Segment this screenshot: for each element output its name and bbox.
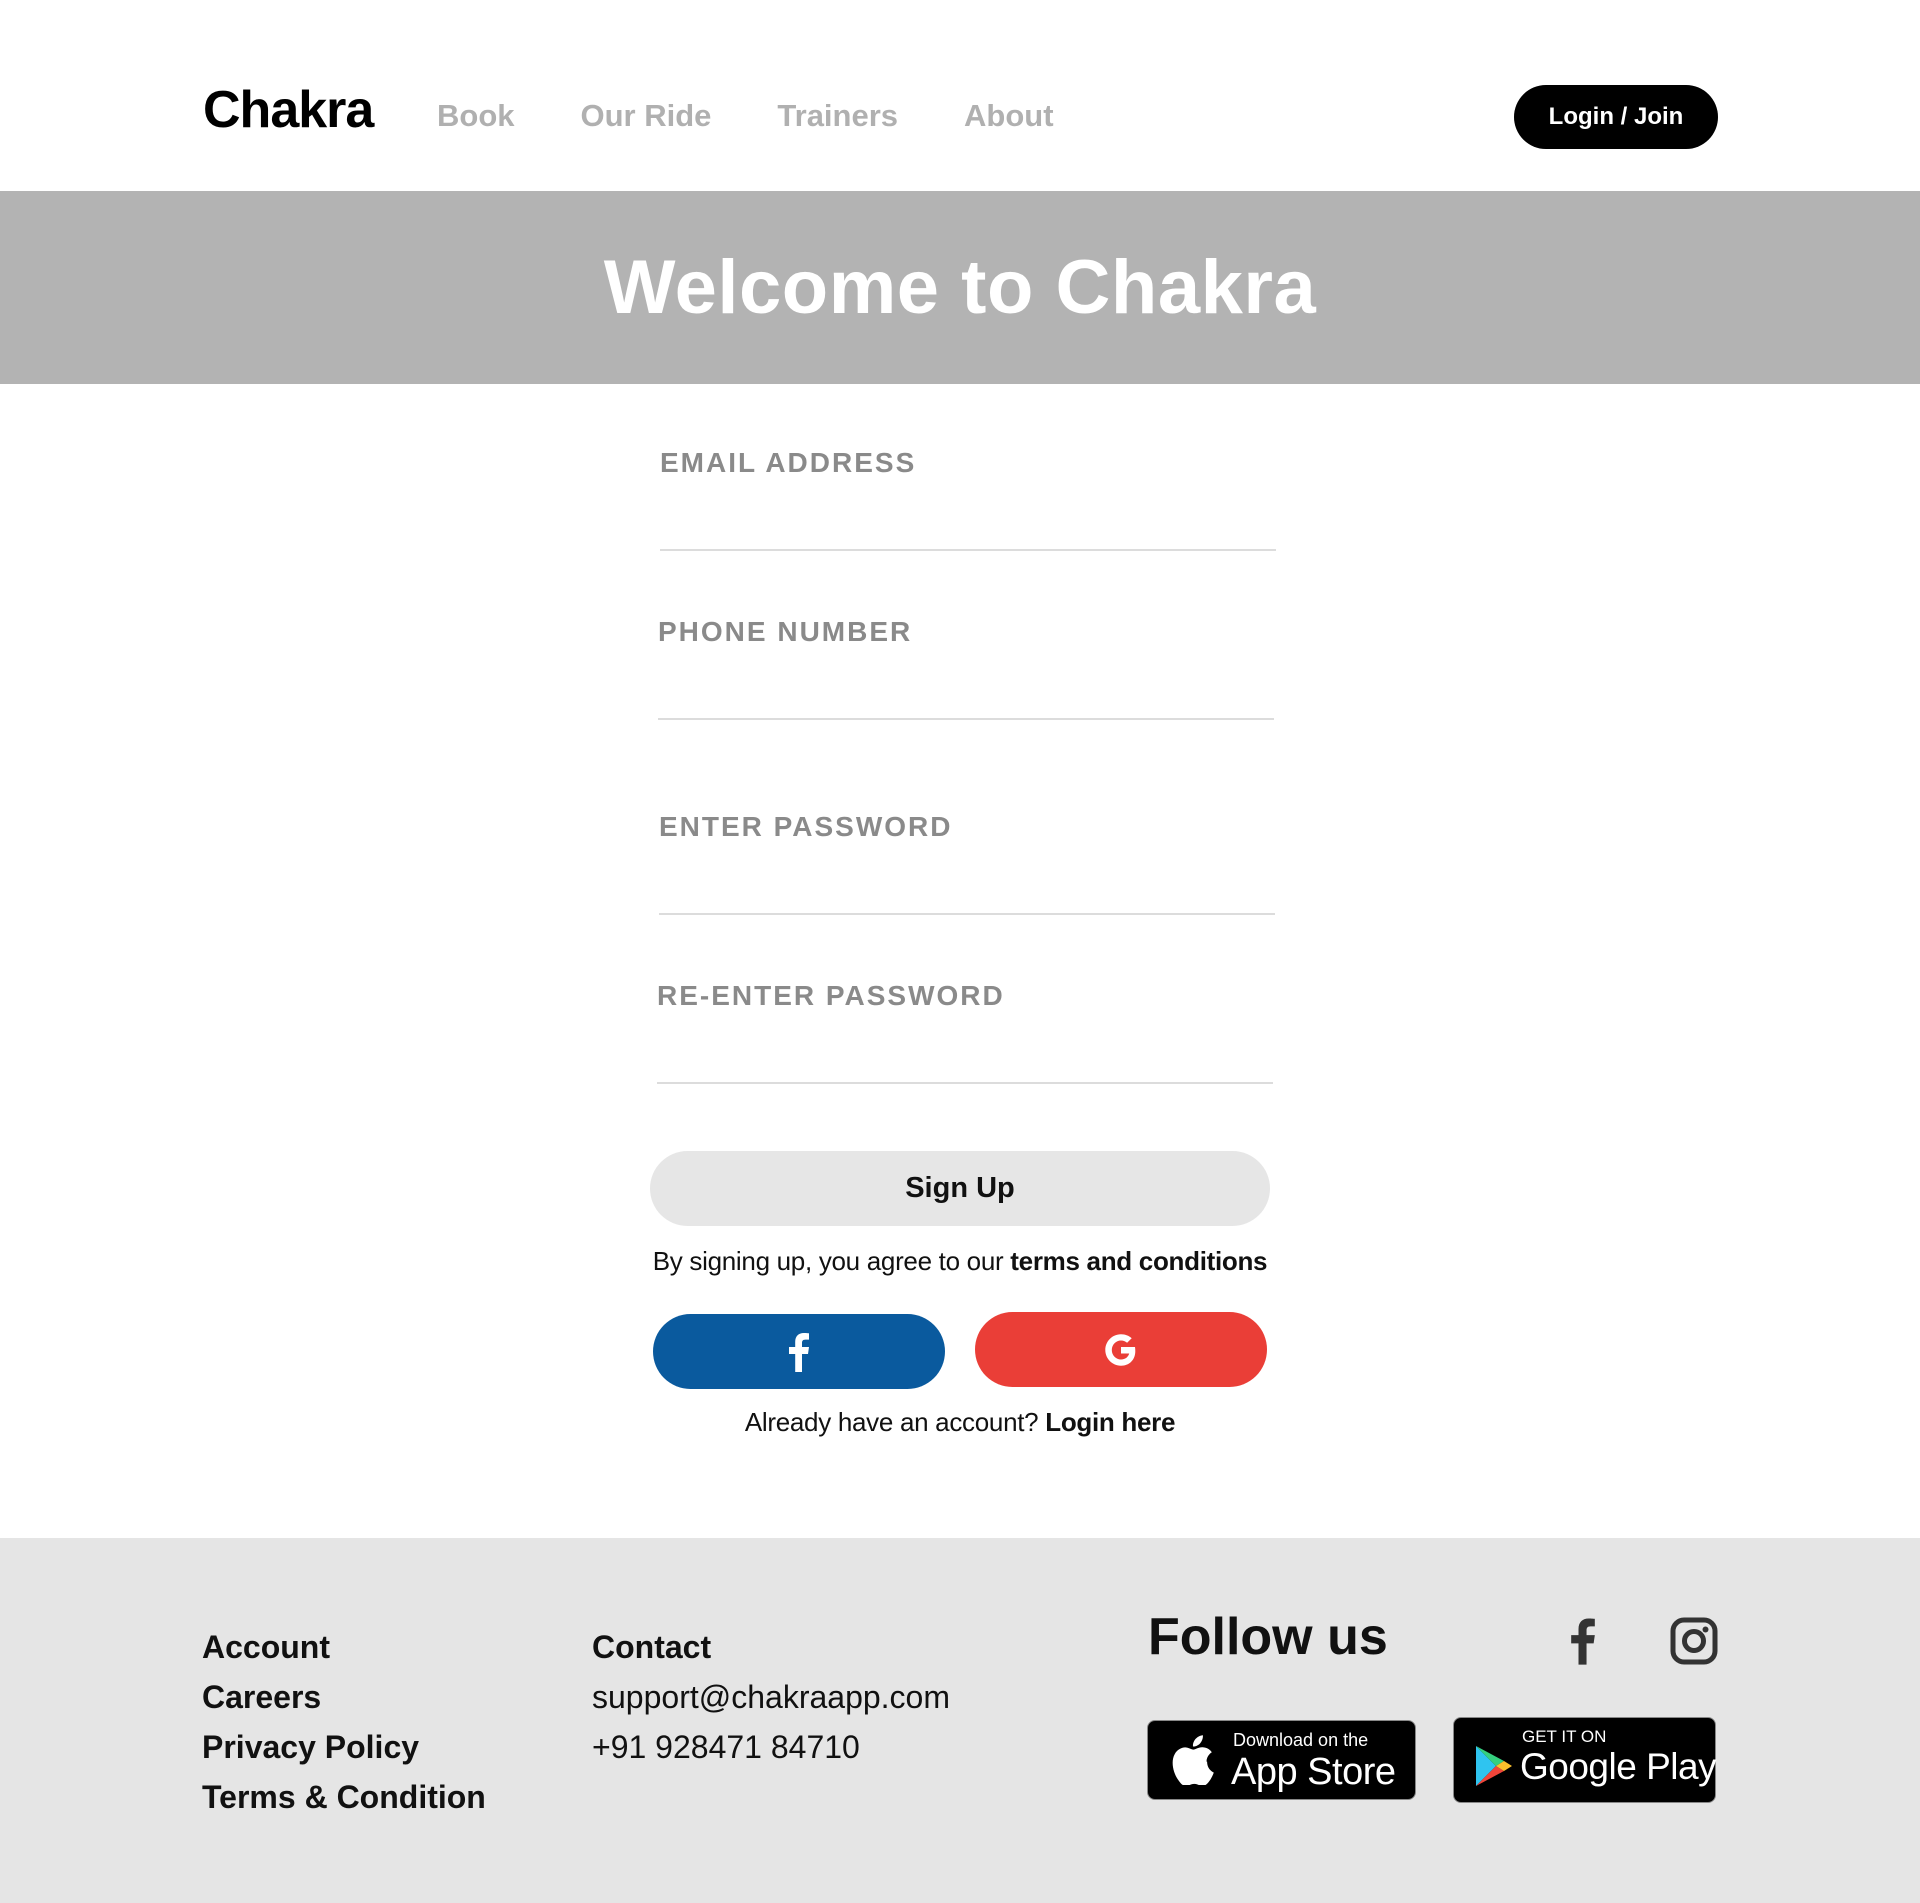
google-icon <box>1105 1333 1136 1366</box>
reenter-password-label: RE-ENTER PASSWORD <box>657 980 1005 1011</box>
footer-link-terms[interactable]: Terms & Condition <box>202 1772 486 1822</box>
site-footer: Account Careers Privacy Policy Terms & C… <box>0 1538 1920 1903</box>
phone-field-group: PHONE NUMBER <box>658 616 1274 720</box>
footer-link-account[interactable]: Account <box>202 1622 486 1672</box>
nav-book[interactable]: Book <box>437 98 515 134</box>
facebook-icon[interactable] <box>1570 1617 1596 1665</box>
app-store-badge[interactable]: Download on the App Store <box>1147 1720 1416 1800</box>
app-store-small-text: Download on the <box>1233 1730 1369 1750</box>
facebook-signup-button[interactable] <box>653 1314 945 1389</box>
already-prefix: Already have an account? <box>744 1407 1046 1437</box>
login-join-button[interactable]: Login / Join <box>1514 85 1718 149</box>
facebook-icon <box>789 1332 809 1372</box>
chakra-logo[interactable]: Chakra <box>203 80 374 140</box>
email-field[interactable] <box>660 495 1276 551</box>
password-label: ENTER PASSWORD <box>659 811 953 842</box>
nav-trainers[interactable]: Trainers <box>777 98 898 134</box>
apple-icon <box>1172 1735 1214 1785</box>
email-label: EMAIL ADDRESS <box>660 447 917 478</box>
contact-phone[interactable]: +91 928471 84710 <box>592 1722 950 1772</box>
instagram-icon[interactable] <box>1670 1617 1718 1665</box>
nav-about[interactable]: About <box>964 98 1054 134</box>
login-prompt: Already have an account? Login here <box>0 1407 1920 1438</box>
sign-up-button[interactable]: Sign Up <box>650 1151 1270 1226</box>
follow-us-title: Follow us <box>1148 1608 1388 1666</box>
footer-contact: Contact support@chakraapp.com +91 928471… <box>592 1622 950 1772</box>
password-field-group: ENTER PASSWORD <box>659 811 1275 915</box>
contact-email[interactable]: support@chakraapp.com <box>592 1672 950 1722</box>
phone-field[interactable] <box>658 664 1274 720</box>
google-play-small-text: GET IT ON <box>1522 1727 1607 1746</box>
signup-page: Chakra Book Our Ride Trainers About Logi… <box>0 0 1920 1903</box>
footer-link-privacy-policy[interactable]: Privacy Policy <box>202 1722 486 1772</box>
google-play-badge[interactable]: GET IT ON Google Play <box>1453 1717 1717 1803</box>
site-header: Chakra Book Our Ride Trainers About Logi… <box>0 0 1920 191</box>
footer-link-careers[interactable]: Careers <box>202 1672 486 1722</box>
terms-link[interactable]: terms and conditions <box>1010 1246 1267 1276</box>
terms-notice: By signing up, you agree to our terms an… <box>0 1246 1920 1277</box>
google-signup-button[interactable] <box>975 1312 1267 1387</box>
page-title: Welcome to Chakra <box>603 245 1317 330</box>
email-field-group: EMAIL ADDRESS <box>660 447 1276 551</box>
reenter-password-field[interactable] <box>657 1028 1273 1084</box>
login-here-link[interactable]: Login here <box>1045 1407 1175 1437</box>
contact-title: Contact <box>592 1629 712 1665</box>
app-store-big-text: App Store <box>1231 1751 1396 1793</box>
terms-prefix: By signing up, you agree to our <box>652 1246 1011 1276</box>
google-play-big-text: Google Play <box>1520 1746 1717 1787</box>
phone-label: PHONE NUMBER <box>658 616 913 647</box>
hero-banner: Welcome to Chakra <box>0 191 1920 384</box>
main-nav: Book Our Ride Trainers About <box>437 98 1120 134</box>
reenter-password-field-group: RE-ENTER PASSWORD <box>657 980 1273 1084</box>
nav-our-ride[interactable]: Our Ride <box>581 98 712 134</box>
footer-links: Account Careers Privacy Policy Terms & C… <box>202 1622 486 1822</box>
google-play-icon <box>1476 1746 1512 1786</box>
password-field[interactable] <box>659 859 1275 915</box>
